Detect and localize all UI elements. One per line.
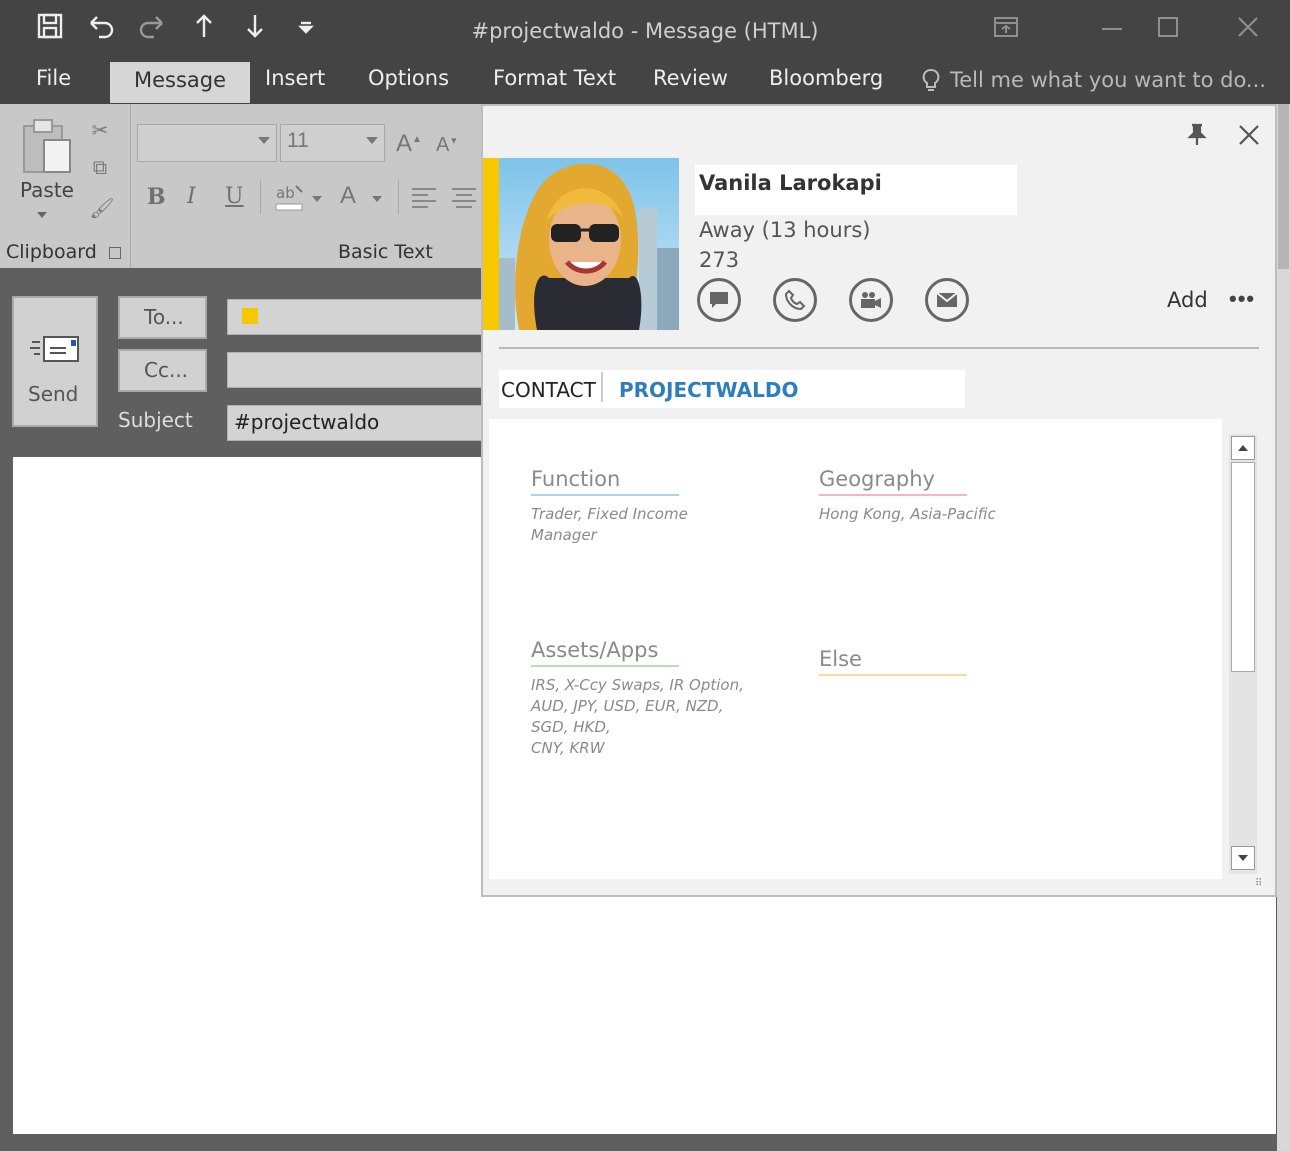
grow-font-icon[interactable]: A▲ (396, 130, 422, 158)
tab-message[interactable]: Message (110, 62, 251, 103)
assets-title: Assets/Apps (531, 638, 679, 667)
geography-section: Geography Hong Kong, Asia-Pacific (819, 467, 1039, 525)
tab-contact[interactable]: CONTACT (501, 378, 596, 402)
subject-field[interactable]: #projectwaldo (227, 405, 497, 441)
minimize-icon[interactable] (1094, 12, 1130, 42)
add-contact-button[interactable]: Add (1167, 288, 1208, 312)
close-window-icon[interactable] (1230, 12, 1266, 42)
more-options-button[interactable]: ••• (1229, 286, 1255, 312)
tab-projectwaldo[interactable]: PROJECTWALDO (619, 378, 798, 402)
contact-card: Vanila Larokapi Away (13 hours) 273 Add … (481, 104, 1277, 897)
window-scroll-thumb[interactable] (1278, 104, 1289, 269)
cc-button[interactable]: Cc... (118, 349, 207, 392)
font-color-icon[interactable]: A (340, 182, 356, 210)
tell-me-text: Tell me what you want to do... (950, 68, 1266, 92)
dialog-launcher-icon[interactable] (109, 247, 121, 259)
italic-button[interactable]: I (187, 184, 196, 209)
basic-text-group-label: Basic Text (338, 241, 433, 263)
to-field[interactable] (227, 299, 497, 335)
format-painter-icon[interactable]: 🖌 (88, 194, 116, 222)
tab-file[interactable]: File (36, 66, 71, 90)
align-left-icon[interactable] (410, 186, 438, 213)
function-title: Function (531, 467, 679, 496)
tab-bloomberg[interactable]: Bloomberg (769, 66, 883, 90)
ribbon-separator (260, 180, 261, 214)
function-text: Trader, Fixed Income Manager (531, 505, 688, 544)
projectwaldo-panel: Function Trader, Fixed Income Manager Ge… (489, 419, 1222, 879)
geography-title: Geography (819, 467, 967, 496)
else-section: Else (819, 647, 967, 676)
resize-grip-icon[interactable]: ⠿ (1255, 878, 1262, 889)
align-center-icon[interactable] (450, 186, 478, 213)
cut-icon[interactable]: ✂ (86, 116, 114, 144)
presence-bar (483, 158, 499, 330)
tab-insert[interactable]: Insert (265, 66, 325, 90)
lightbulb-icon (922, 69, 940, 91)
email-icon[interactable] (925, 278, 969, 322)
card-divider (499, 347, 1259, 349)
scroll-down-icon[interactable] (1231, 846, 1255, 870)
paste-button-label[interactable]: Paste (20, 178, 74, 202)
close-card-icon[interactable] (1234, 120, 1264, 150)
pin-icon[interactable] (1182, 120, 1212, 150)
function-section: Function Trader, Fixed Income Manager (531, 467, 701, 546)
chat-icon[interactable] (697, 278, 741, 322)
video-call-icon[interactable] (849, 278, 893, 322)
recipient-presence-indicator (242, 308, 258, 324)
highlight-dropdown-icon[interactable] (312, 196, 322, 202)
send-label: Send (28, 382, 79, 406)
tab-options[interactable]: Options (368, 66, 449, 90)
window-scrollbar[interactable] (1277, 104, 1290, 1151)
clipboard-group-label: Clipboard (6, 241, 97, 263)
maximize-icon[interactable] (1150, 12, 1186, 42)
ribbon-separator (398, 180, 399, 214)
avatar (499, 158, 679, 330)
send-button[interactable]: Send (12, 296, 98, 427)
font-color-dropdown-icon[interactable] (372, 196, 382, 202)
font-size-value: 11 (287, 129, 309, 152)
assets-section: Assets/Apps IRS, X-Ccy Swaps, IR Option,… (531, 638, 771, 759)
subject-label: Subject (118, 408, 193, 432)
card-scrollbar[interactable] (1229, 434, 1257, 874)
tab-review[interactable]: Review (653, 66, 728, 90)
font-size-select[interactable]: 11 (280, 124, 385, 162)
assets-line: AUD, JPY, USD, EUR, NZD, (531, 697, 724, 715)
shrink-font-icon[interactable]: A▼ (436, 134, 458, 157)
svg-text:ab: ab (276, 184, 295, 202)
contact-extension: 273 (699, 248, 740, 272)
ribbon-tabs: File Message Insert Options Format Text … (0, 56, 1290, 104)
paste-dropdown-icon[interactable] (37, 212, 47, 218)
scroll-thumb[interactable] (1231, 462, 1255, 672)
ribbon-display-icon[interactable] (988, 12, 1024, 42)
tab-separator (601, 372, 603, 402)
paste-icon[interactable] (22, 118, 74, 181)
contact-name: Vanila Larokapi (695, 165, 1017, 215)
font-name-select[interactable] (137, 124, 277, 162)
phone-icon[interactable] (773, 278, 817, 322)
assets-line: IRS, X-Ccy Swaps, IR Option, (531, 676, 744, 694)
to-button[interactable]: To... (118, 296, 207, 339)
clipboard-group: Paste ✂ ⧉ 🖌 Clipboard (0, 104, 131, 268)
scroll-up-icon[interactable] (1231, 436, 1255, 460)
assets-line: SGD, HKD, (531, 718, 611, 736)
contact-status: Away (13 hours) (699, 218, 871, 242)
bold-button[interactable]: B (147, 184, 166, 210)
highlight-icon[interactable]: ab (274, 182, 304, 212)
title-bar: #projectwaldo - Message (HTML) (0, 0, 1290, 56)
tab-format-text[interactable]: Format Text (493, 66, 616, 90)
underline-button[interactable]: U (225, 184, 244, 209)
cc-field[interactable] (227, 352, 497, 388)
card-tabs: CONTACT PROJECTWALDO (499, 370, 965, 408)
assets-line: CNY, KRW (531, 739, 605, 757)
assets-text: IRS, X-Ccy Swaps, IR Option, AUD, JPY, U… (531, 675, 771, 759)
subject-value: #projectwaldo (234, 410, 380, 434)
tell-me-search[interactable]: Tell me what you want to do... (922, 68, 1266, 92)
copy-icon[interactable]: ⧉ (86, 154, 114, 182)
geography-text: Hong Kong, Asia-Pacific (819, 505, 996, 523)
else-title: Else (819, 647, 967, 676)
send-envelope-icon (30, 334, 80, 369)
